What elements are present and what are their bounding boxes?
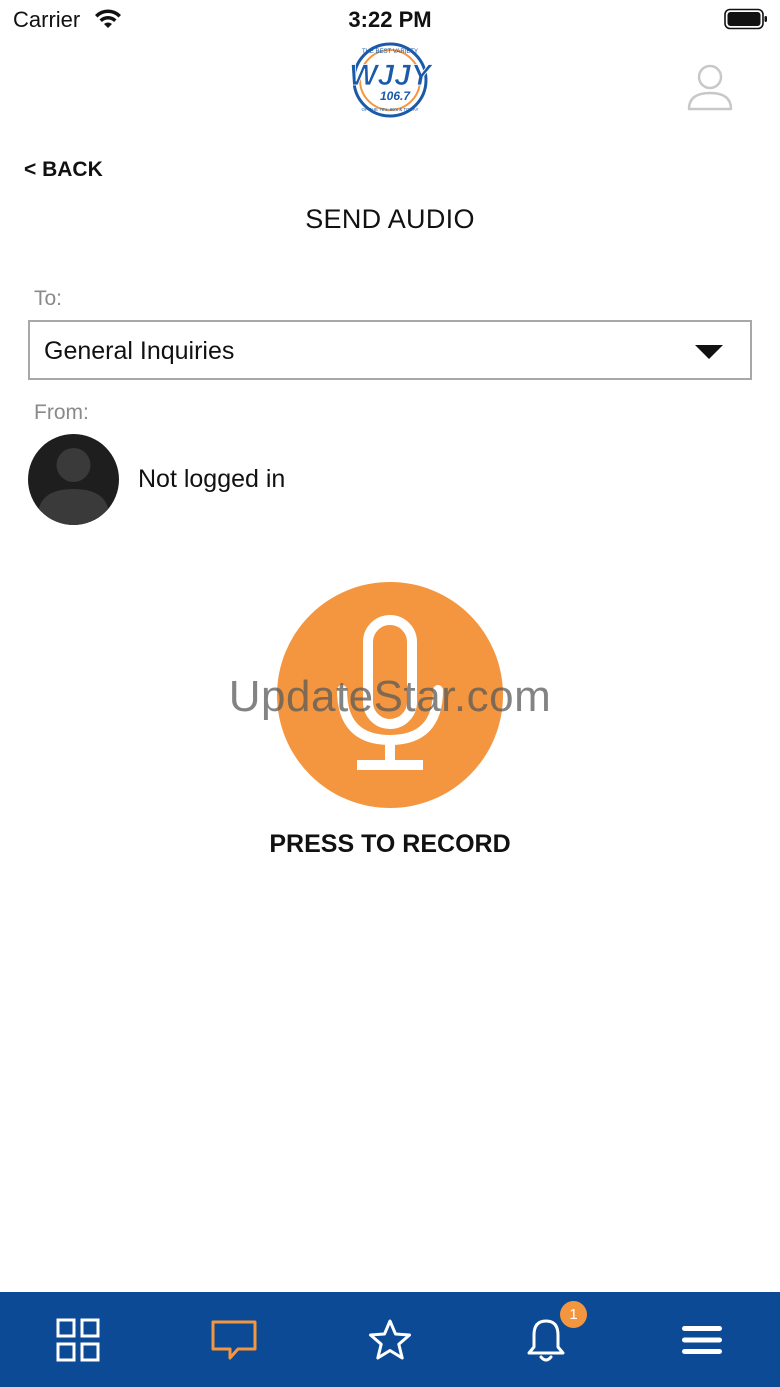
tab-grid[interactable] <box>0 1292 156 1387</box>
profile-icon[interactable] <box>686 62 734 112</box>
star-icon <box>369 1319 411 1359</box>
grid-icon <box>56 1318 100 1361</box>
tab-notifications[interactable]: 1 <box>468 1292 624 1387</box>
microphone-icon <box>337 615 443 770</box>
battery-icon <box>724 8 767 30</box>
tab-favorites[interactable] <box>312 1292 468 1387</box>
status-bar: Carrier 3:22 PM <box>0 0 780 40</box>
back-button[interactable]: < BACK <box>24 158 103 182</box>
page-title: SEND AUDIO <box>305 204 475 234</box>
notification-badge: 1 <box>560 1301 587 1328</box>
logo-tagline-bottom: OF THE 70's, 80's & TODAY <box>362 107 419 112</box>
tab-messages[interactable] <box>156 1292 312 1387</box>
clock: 3:22 PM <box>348 7 432 32</box>
user-silhouette-icon <box>38 448 109 525</box>
record-label: PRESS TO RECORD <box>269 830 511 858</box>
record-button[interactable] <box>277 582 503 808</box>
recipient-select[interactable]: General Inquiries <box>28 320 752 380</box>
from-label: From: <box>34 401 89 424</box>
tab-bar: 1 <box>0 1292 780 1387</box>
to-label: To: <box>34 287 63 310</box>
tab-menu[interactable] <box>624 1292 780 1387</box>
logo-tagline-top: THE BEST VARIETY <box>362 49 418 55</box>
logo-wordmark: WJJY <box>349 59 434 92</box>
chat-bubble-icon <box>211 1320 257 1359</box>
recipient-value: General Inquiries <box>44 337 235 365</box>
logo-frequency: 106.7 <box>380 89 411 103</box>
station-logo: THE BEST VARIETY WJJY 106.7 OF THE 70's,… <box>349 42 434 118</box>
login-status: Not logged in <box>138 465 286 493</box>
chevron-down-icon <box>695 345 723 359</box>
bell-icon <box>527 1319 565 1361</box>
avatar <box>28 434 119 525</box>
hamburger-menu-icon <box>682 1325 722 1354</box>
